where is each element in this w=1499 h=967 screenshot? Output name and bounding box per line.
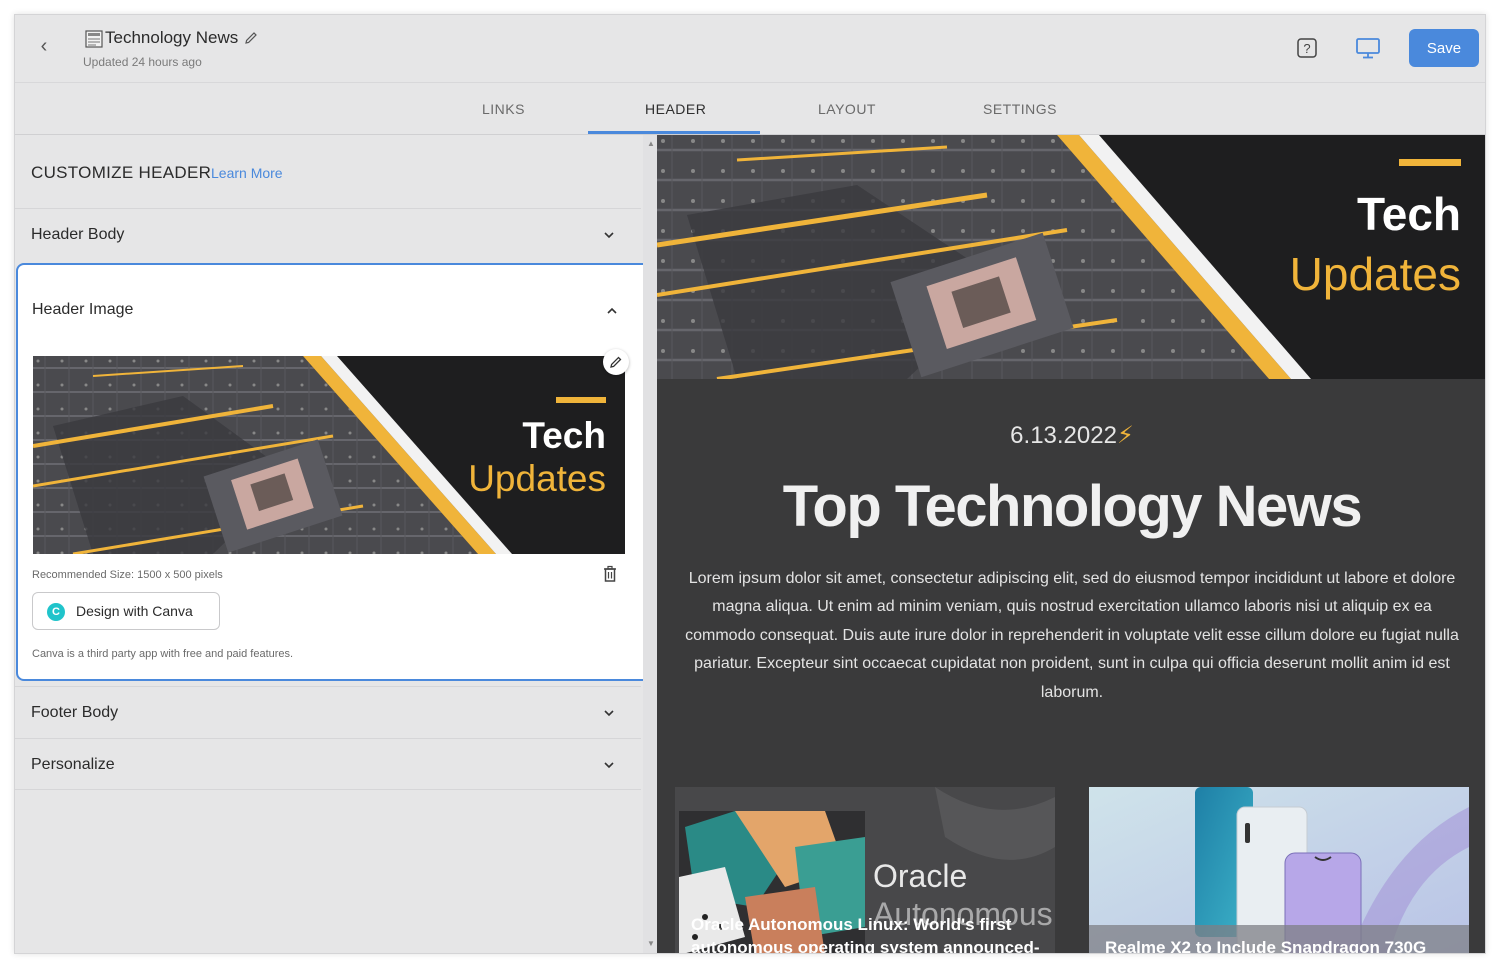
banner-text-updates: Updates — [468, 458, 606, 499]
header-image-section: Header Image Tech Updates Recommended Si… — [18, 275, 642, 669]
back-arrow-icon[interactable]: ‹ — [33, 35, 55, 57]
lightning-bolt-icon: ⚡ — [1116, 422, 1134, 449]
tab-bar: LINKS HEADER LAYOUT SETTINGS — [15, 83, 1485, 135]
edit-image-button[interactable] — [603, 349, 629, 375]
newsletter-preview: Tech Updates 6.13.2022⚡ Top Technology N… — [657, 135, 1485, 954]
circuit-banner-image: Tech Updates — [33, 356, 625, 554]
article-card[interactable]: Oracle Autonomous Oracle Autonomous Linu… — [675, 787, 1055, 954]
preview-body-text: Lorem ipsum dolor sit amet, consectetur … — [685, 570, 1459, 701]
canva-note-text: Canva is a third party app with free and… — [32, 648, 294, 660]
svg-text:?: ? — [1303, 41, 1310, 56]
chevron-down-icon — [604, 710, 614, 717]
pencil-icon — [610, 356, 622, 368]
section-label: Personalize — [31, 756, 115, 773]
app-window: ‹ Technology News Updated 24 hours ago ?… — [14, 14, 1486, 954]
top-bar: ‹ Technology News Updated 24 hours ago ?… — [15, 15, 1485, 83]
chevron-up-icon[interactable] — [604, 303, 620, 319]
panel-title: CUSTOMIZE HEADER — [31, 163, 212, 182]
active-tab-indicator — [588, 131, 760, 134]
trash-icon[interactable] — [602, 565, 618, 583]
section-label: Header Body — [31, 226, 125, 243]
tab-layout[interactable]: LAYOUT — [818, 101, 876, 117]
customize-panel: CUSTOMIZE HEADER Learn More Header Body … — [15, 135, 656, 953]
tab-header[interactable]: HEADER — [645, 101, 706, 117]
edit-title-icon[interactable] — [243, 30, 259, 46]
card-image-text: Oracle — [873, 858, 967, 894]
canva-button-label: Design with Canva — [76, 603, 193, 619]
recommended-size-text: Recommended Size: 1500 x 500 pixels — [32, 569, 223, 581]
section-footer-body[interactable]: Footer Body — [15, 686, 641, 738]
date-text: 6.13.2022 — [1010, 422, 1117, 449]
article-card[interactable]: Realme X2 to Include Snapdragon 730G — [1089, 787, 1469, 954]
preview-header-image: Tech Updates — [657, 135, 1485, 379]
header-image-card: Header Image Tech Updates Recommended Si… — [16, 263, 656, 681]
card-caption: Oracle Autonomous Linux: World's first — [691, 915, 1012, 934]
learn-more-link[interactable]: Learn More — [211, 165, 283, 181]
card-caption: Realme X2 to Include Snapdragon 730G — [1105, 938, 1427, 954]
canva-logo-icon: C — [47, 603, 65, 621]
newsletter-doc-icon — [85, 30, 103, 48]
banner-text-tech: Tech — [522, 415, 606, 456]
chevron-down-icon — [604, 232, 614, 239]
page-title: Technology News — [105, 28, 239, 47]
section-personalize[interactable]: Personalize — [15, 738, 641, 790]
banner-text-tech: Tech — [1357, 188, 1461, 240]
header-image-thumbnail[interactable]: Tech Updates — [33, 356, 625, 554]
section-header-body[interactable]: Header Body — [15, 208, 641, 260]
realme-phone-image — [1089, 787, 1469, 953]
panel-scrollbar[interactable] — [643, 135, 657, 953]
tab-settings[interactable]: SETTINGS — [983, 101, 1057, 117]
help-icon[interactable]: ? — [1296, 37, 1318, 59]
circuit-banner-image: Tech Updates — [657, 135, 1485, 379]
card-caption: autonomous operating system announced- — [691, 938, 1040, 954]
scroll-up-arrow-icon[interactable]: ▲ — [647, 139, 655, 148]
design-with-canva-button[interactable]: C Design with Canva — [32, 592, 220, 630]
save-button[interactable]: Save — [1409, 29, 1479, 67]
section-label[interactable]: Header Image — [32, 301, 133, 319]
desktop-preview-icon[interactable] — [1355, 37, 1381, 59]
preview-date: 6.13.2022⚡ — [657, 421, 1485, 450]
updated-timestamp: Updated 24 hours ago — [83, 55, 202, 69]
preview-headline: Top Technology News — [782, 474, 1363, 539]
section-label: Footer Body — [31, 704, 119, 721]
tab-links[interactable]: LINKS — [482, 101, 525, 117]
scroll-down-arrow-icon[interactable]: ▼ — [647, 939, 655, 948]
banner-text-updates: Updates — [1290, 248, 1461, 300]
chevron-down-icon — [604, 762, 614, 769]
